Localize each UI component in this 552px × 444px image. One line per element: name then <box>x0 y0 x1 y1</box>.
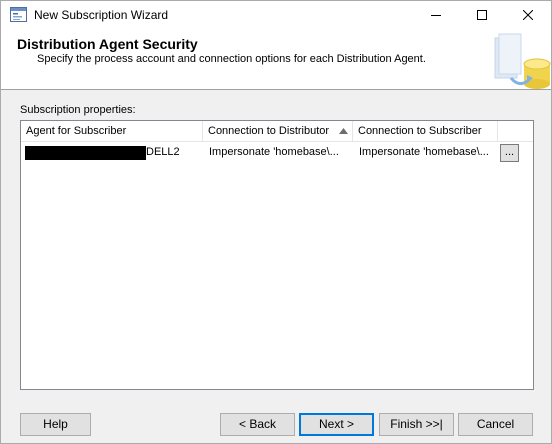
subscriber-connection-cell[interactable]: Impersonate 'homebase\... <box>353 142 498 163</box>
finish-button[interactable]: Finish >>| <box>379 413 454 436</box>
title-bar[interactable]: New Subscription Wizard <box>1 1 551 29</box>
subscription-properties-label: Subscription properties: <box>20 104 136 116</box>
subscription-properties-grid[interactable]: Agent for Subscriber Connection to Distr… <box>20 120 534 390</box>
close-icon <box>523 10 533 20</box>
maximize-icon <box>477 10 487 20</box>
maximize-button[interactable] <box>459 1 505 29</box>
edit-security-ellipsis-button[interactable]: ... <box>500 144 519 162</box>
column-header-agent[interactable]: Agent for Subscriber <box>21 121 203 142</box>
column-header-action <box>498 121 533 142</box>
grid-header-row: Agent for Subscriber Connection to Distr… <box>21 121 533 142</box>
table-row[interactable]: DELL2 Impersonate 'homebase\... Imperson… <box>21 142 533 163</box>
wizard-window: New Subscription Wizard Distribution Age… <box>0 0 552 444</box>
agent-name-suffix: DELL2 <box>146 146 180 158</box>
next-button[interactable]: Next > <box>299 413 374 436</box>
column-header-subscriber-connection[interactable]: Connection to Subscriber <box>353 121 498 142</box>
redacted-text-block <box>25 146 146 160</box>
column-header-distributor-label: Connection to Distributor <box>208 125 330 137</box>
close-button[interactable] <box>505 1 551 29</box>
back-button[interactable]: < Back <box>220 413 295 436</box>
page-title: Distribution Agent Security <box>17 36 198 52</box>
agent-cell[interactable]: DELL2 <box>21 142 203 163</box>
cancel-button[interactable]: Cancel <box>458 413 533 436</box>
minimize-button[interactable] <box>413 1 459 29</box>
wizard-app-icon <box>10 7 27 22</box>
wizard-header: Distribution Agent Security Specify the … <box>1 29 551 90</box>
window-title: New Subscription Wizard <box>34 8 169 22</box>
sort-ascending-icon <box>339 128 348 134</box>
database-graphic-icon <box>489 32 551 90</box>
distributor-connection-cell[interactable]: Impersonate 'homebase\... <box>203 142 353 163</box>
minimize-icon <box>431 15 441 16</box>
page-subtitle: Specify the process account and connecti… <box>37 53 426 65</box>
help-button[interactable]: Help <box>20 413 91 436</box>
column-header-distributor-connection[interactable]: Connection to Distributor <box>203 121 353 142</box>
